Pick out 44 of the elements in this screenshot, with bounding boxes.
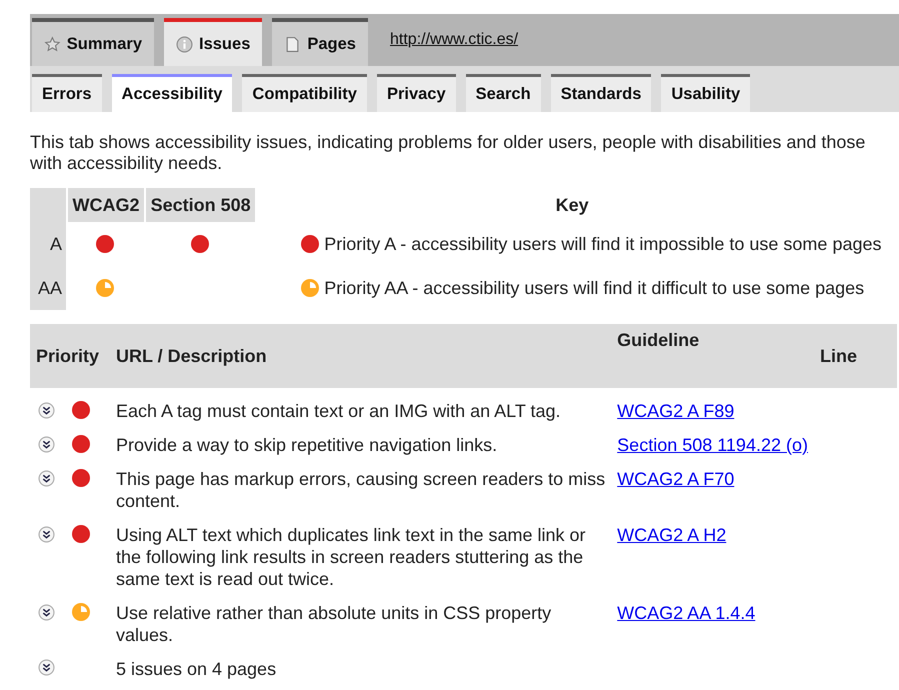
issues-summary: 5 issues on 4 pages: [116, 659, 276, 679]
row-header: AA: [30, 266, 66, 310]
guideline-link[interactable]: WCAG2 A F89: [617, 401, 734, 421]
guideline-link[interactable]: WCAG2 AA 1.4.4: [617, 603, 756, 623]
star-icon: [44, 36, 61, 52]
guideline-link[interactable]: WCAG2 A F70: [617, 469, 734, 489]
sub-tab[interactable]: Search: [466, 74, 541, 112]
issue-description: Provide a way to skip repetitive navigation links.: [116, 435, 498, 455]
sub-tab[interactable]: Usability: [661, 74, 750, 112]
issue-description: This page has markup errors, causing screen readers to miss content.: [116, 469, 606, 511]
page-icon: [284, 36, 302, 52]
site-link[interactable]: http://www.ctic.es/: [390, 31, 518, 49]
expand-icon[interactable]: [38, 604, 55, 620]
column-header: Key: [554, 194, 590, 217]
expand-icon[interactable]: [38, 470, 55, 486]
column-header: Guideline: [611, 324, 814, 388]
header-cell: [30, 188, 66, 222]
main-tab[interactable]: Issues: [164, 18, 262, 66]
expand-icon[interactable]: [38, 402, 55, 418]
guideline-link[interactable]: Section 508 1194.22 (o): [617, 435, 808, 455]
guideline-link[interactable]: WCAG2 A H2: [617, 525, 726, 545]
key-description: Priority A - accessibility users will find it impossible to use some pages: [324, 234, 882, 254]
sub-tab[interactable]: Errors: [32, 74, 102, 112]
expand-icon[interactable]: [38, 436, 55, 452]
column-header: Line: [814, 324, 897, 388]
main-tab[interactable]: Summary: [32, 18, 154, 66]
intro-text: This tab shows accessibility issues, indicating problems for older users, people with disabilities and those with accessibility needs.: [30, 132, 866, 174]
column-header: URL / Description: [110, 324, 612, 388]
row-header: A: [30, 222, 66, 266]
key-description: Priority AA - accessibility users will find it difficult to use some pages: [324, 278, 864, 298]
column-header: Section 508: [144, 188, 256, 222]
column-header: Priority: [30, 324, 110, 388]
issue-description: Each A tag must contain text or an IMG with an ALT tag.: [116, 401, 561, 421]
column-header: WCAG2: [66, 188, 144, 222]
issue-description: Use relative rather than absolute units in CSS property values.: [116, 603, 552, 645]
info-icon: [176, 36, 193, 52]
expand-icon[interactable]: [38, 526, 55, 542]
expand-icon[interactable]: [38, 659, 55, 676]
issue-description: Using ALT text which duplicates link text in the same link or the following link results in screen readers stuttering as the same text is read out twice.: [116, 525, 586, 589]
sub-tab[interactable]: Privacy: [376, 74, 456, 112]
main-tab[interactable]: Pages: [272, 18, 368, 66]
sub-tab[interactable]: Accessibility: [112, 74, 232, 112]
sub-tab[interactable]: Compatibility: [242, 74, 367, 112]
sub-tab[interactable]: Standards: [550, 74, 652, 112]
